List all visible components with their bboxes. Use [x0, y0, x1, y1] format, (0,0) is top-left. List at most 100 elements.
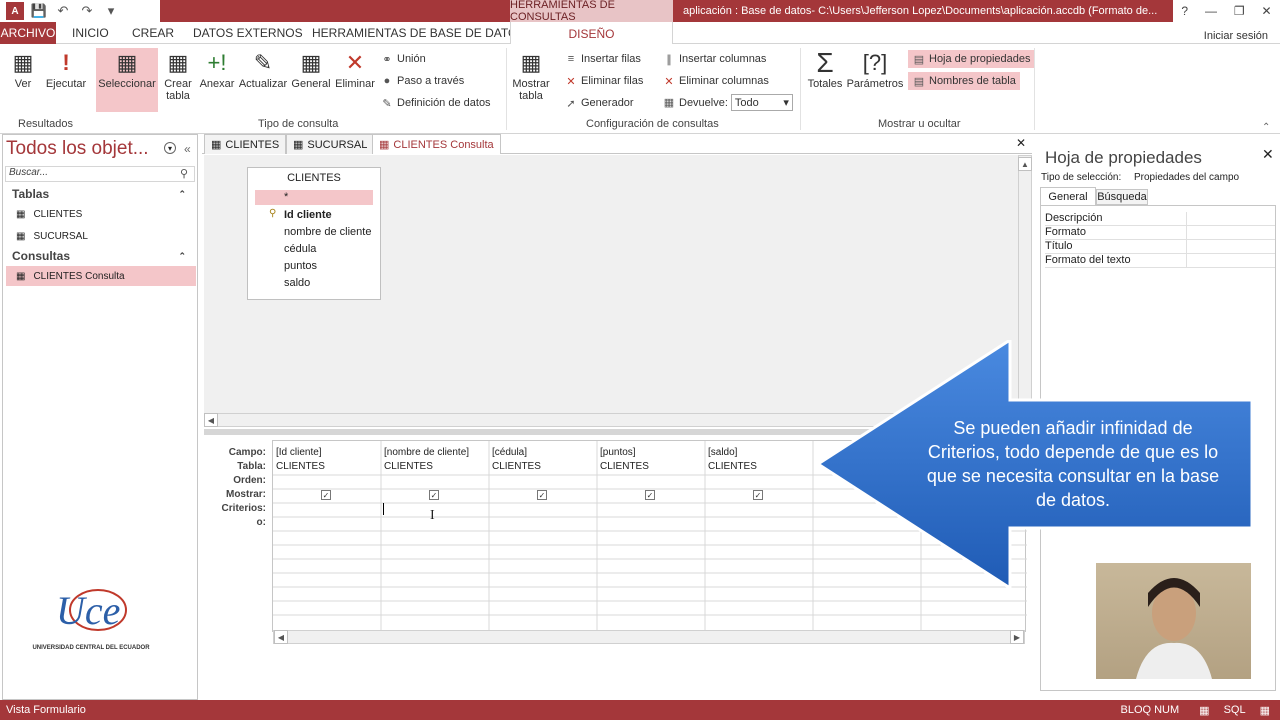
nav-title[interactable]: Todos los objet...: [6, 138, 149, 160]
view-sql-icon[interactable]: SQL: [1224, 704, 1246, 716]
save-icon[interactable]: 💾: [30, 2, 48, 20]
eliminar-filas-button[interactable]: ✕ Eliminar filas: [564, 74, 643, 88]
field-id-cliente[interactable]: Id cliente: [284, 209, 332, 221]
field-nombre-cliente[interactable]: nombre de cliente: [284, 226, 371, 238]
crear-tabla-button[interactable]: ▦ Crear tabla: [160, 48, 196, 102]
ver-button[interactable]: ▦ Ver: [6, 48, 40, 90]
insertar-filas-button[interactable]: ≡ Insertar filas: [564, 52, 641, 66]
mostrar-checkbox-2[interactable]: ✓: [429, 490, 439, 500]
union-button[interactable]: ⚭ Unión: [380, 52, 425, 66]
eliminar-columnas-button[interactable]: ✕ Eliminar columnas: [662, 74, 768, 88]
scroll-left-icon[interactable]: ◀: [274, 630, 288, 644]
undo-icon[interactable]: ↶: [54, 2, 72, 20]
sigma-icon: Σ: [816, 47, 834, 78]
tab-herramientas[interactable]: HERRAMIENTAS DE BASE DE DATOS: [312, 22, 525, 44]
help-button[interactable]: ?: [1181, 4, 1188, 18]
callout-text: Se pueden añadir infinidad de Criterios,…: [926, 418, 1220, 510]
mostrar-checkbox-3[interactable]: ✓: [537, 490, 547, 500]
grid-tabla-2[interactable]: CLIENTES: [384, 461, 433, 472]
definicion-button[interactable]: ✎ Definición de datos: [380, 96, 490, 110]
general-label: General: [291, 78, 331, 90]
field-puntos[interactable]: puntos: [284, 260, 317, 272]
customize-toolbar-icon[interactable]: ▾: [102, 2, 120, 20]
nav-menu-chevron-icon[interactable]: ▾: [164, 142, 176, 154]
grid-campo-5[interactable]: [saldo]: [708, 447, 737, 458]
doc-tab-sucursal[interactable]: ▦ SUCURSAL: [286, 134, 375, 154]
tab-diseno[interactable]: DISEÑO: [510, 22, 673, 45]
scroll-left-icon[interactable]: ◀: [204, 413, 218, 427]
close-doc-button[interactable]: ✕: [1016, 136, 1026, 150]
collapse-ribbon-icon[interactable]: ⌃: [1262, 122, 1270, 133]
hoja-propiedades-button[interactable]: ▤ Hoja de propiedades: [908, 50, 1035, 68]
nav-group-consultas[interactable]: Consultas ⌃: [6, 247, 196, 265]
restore-button[interactable]: ❐: [1234, 4, 1245, 18]
tab-archivo[interactable]: ARCHIVO: [0, 22, 56, 44]
grid-campo-2[interactable]: [nombre de cliente]: [384, 447, 469, 458]
status-bar: Vista Formulario BLOQ NUM ▦ SQL ▦: [0, 700, 1280, 720]
append-icon: +!: [207, 50, 227, 75]
grid-tabla-4[interactable]: CLIENTES: [600, 461, 649, 472]
prop-row-formato-texto[interactable]: Formato del texto: [1045, 254, 1275, 268]
grid-campo-4[interactable]: [puntos]: [600, 447, 636, 458]
builder-wand-icon: ➚: [566, 97, 576, 110]
general-button[interactable]: ▦ General: [290, 48, 332, 90]
prop-row-formato[interactable]: Formato: [1045, 226, 1275, 240]
grid-horizontal-scrollbar[interactable]: [273, 630, 1025, 644]
mostrar-tabla-button[interactable]: ▦ Mostrar tabla: [510, 48, 552, 102]
ejecutar-button[interactable]: ! Ejecutar: [44, 48, 88, 90]
scroll-right-icon[interactable]: ▶: [1010, 630, 1024, 644]
doc-tab-clientes[interactable]: ▦ CLIENTES: [204, 134, 287, 154]
generador-button[interactable]: ➚ Generador: [564, 96, 633, 110]
minimize-button[interactable]: —: [1205, 4, 1217, 18]
tab-datos-externos[interactable]: DATOS EXTERNOS: [193, 22, 303, 44]
eliminar-button[interactable]: ✕ Eliminar: [334, 48, 376, 90]
tab-general[interactable]: General: [1040, 187, 1096, 205]
actualizar-button[interactable]: ✎ Actualizar: [238, 48, 288, 90]
nombres-tabla-button[interactable]: ▤ Nombres de tabla: [908, 72, 1020, 90]
close-window-button[interactable]: ✕: [1261, 4, 1271, 18]
paso-button[interactable]: ● Paso a través: [380, 74, 465, 88]
view-design-icon[interactable]: ▦: [1260, 704, 1270, 717]
table-icon: ▦: [293, 139, 304, 151]
grid-tabla-1[interactable]: CLIENTES: [276, 461, 325, 472]
devuelve-select[interactable]: Todo ▾: [730, 94, 793, 111]
prop-row-descripcion[interactable]: Descripción: [1045, 212, 1275, 226]
tab-inicio[interactable]: INICIO: [72, 22, 109, 44]
parametros-button[interactable]: [?] Parámetros: [846, 48, 904, 90]
tab-busqueda[interactable]: Búsqueda: [1096, 189, 1148, 205]
nav-search-input[interactable]: Buscar...: [5, 166, 195, 182]
nav-group-tablas[interactable]: Tablas ⌃: [6, 185, 196, 203]
webcam-person: [1136, 578, 1212, 679]
totales-button[interactable]: Σ Totales: [806, 47, 844, 90]
nav-item-clientes-consulta[interactable]: ▦ CLIENTES Consulta: [6, 266, 196, 286]
webcam-overlay: [1096, 563, 1251, 679]
mostrar-checkbox-5[interactable]: ✓: [753, 490, 763, 500]
prop-row-titulo[interactable]: Título: [1045, 240, 1275, 254]
nav-item-clientes[interactable]: ▦ CLIENTES: [6, 204, 196, 224]
nav-item-sucursal[interactable]: ▦ SUCURSAL: [6, 226, 196, 246]
group-configuracion: Configuración de consultas: [586, 118, 719, 130]
tab-crear[interactable]: CREAR: [132, 22, 174, 44]
field-asterisk[interactable]: *: [284, 191, 288, 203]
grid-campo-3[interactable]: [cédula]: [492, 447, 527, 458]
grid-tabla-5[interactable]: CLIENTES: [708, 461, 757, 472]
nav-collapse-icon[interactable]: «: [184, 142, 191, 156]
seleccionar-button[interactable]: ▦ Seleccionar: [96, 48, 158, 112]
prop-label-titulo: Título: [1045, 240, 1187, 253]
scroll-up-icon[interactable]: ▲: [1018, 157, 1032, 171]
anexar-button[interactable]: +! Anexar: [198, 48, 236, 90]
grid-tabla-3[interactable]: CLIENTES: [492, 461, 541, 472]
nav-group-tablas-label: Tablas: [12, 187, 50, 201]
doc-tab-clientes-consulta[interactable]: ▦ CLIENTES Consulta: [372, 134, 501, 154]
insertar-columnas-button[interactable]: ∥ Insertar columnas: [662, 52, 766, 66]
search-icon[interactable]: ⚲: [180, 167, 188, 180]
field-cedula[interactable]: cédula: [284, 243, 316, 255]
close-property-sheet-icon[interactable]: ✕: [1262, 146, 1274, 163]
field-saldo[interactable]: saldo: [284, 277, 310, 289]
mostrar-checkbox-1[interactable]: ✓: [321, 490, 331, 500]
row-label-tabla: Tabla:: [237, 461, 266, 472]
redo-icon[interactable]: ↷: [78, 2, 96, 20]
grid-campo-1[interactable]: [Id cliente]: [276, 447, 322, 458]
mostrar-checkbox-4[interactable]: ✓: [645, 490, 655, 500]
view-datasheet-icon[interactable]: ▦: [1199, 704, 1209, 717]
